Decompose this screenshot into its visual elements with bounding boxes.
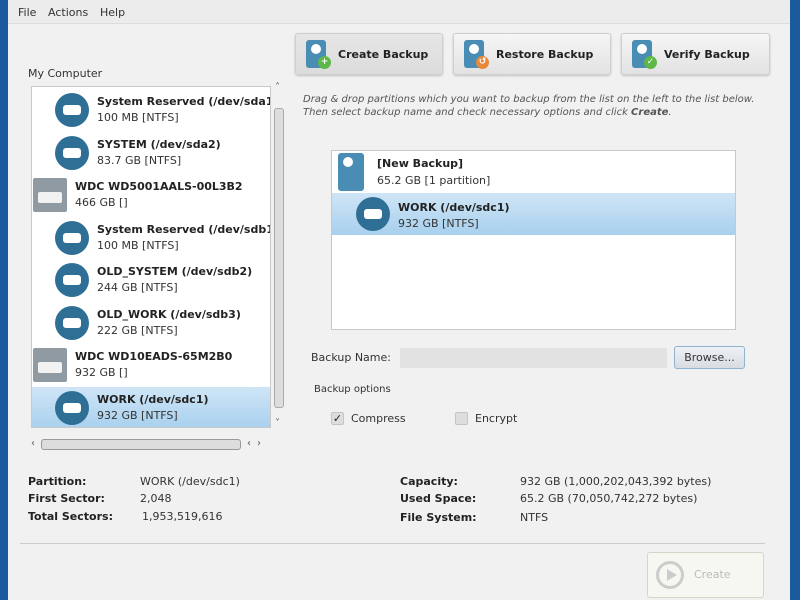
item-name: WDC WD5001AALS-00L3B2 [75,180,243,193]
item-detail: 83.7 GB [NTFS] [97,153,182,167]
list-item[interactable]: WDC WD10EADS-65M2B0 932 GB [] [32,344,270,386]
list-item[interactable]: SYSTEM (/dev/sda2) 83.7 GB [NTFS] [32,132,270,174]
file-system-label: File System: [400,511,477,524]
disk-icon [33,348,67,382]
item-detail: 222 GB [NTFS] [97,323,178,337]
partition-icon [55,220,89,255]
create-button[interactable]: Create [647,552,764,598]
item-detail: 100 MB [NTFS] [97,111,179,124]
my-computer-label: My Computer [28,67,103,80]
partition-icon [356,197,390,231]
item-detail: 466 GB [] [75,196,128,209]
item-detail: 100 MB [NTFS] [97,238,179,252]
plus-icon: + [318,56,331,69]
backup-options-label: Backup options [314,384,391,395]
divider [20,543,765,544]
restore-backup-button[interactable]: ↺ Restore Backup [453,33,611,75]
hscroll-thumb[interactable] [41,439,241,450]
item-name: SYSTEM (/dev/sda2) [97,137,221,151]
disk-icon [33,178,67,212]
total-sectors-label: Total Sectors: [28,510,113,523]
backup-entry[interactable]: [New Backup] 65.2 GB [1 partition] [332,151,735,193]
file-system-value: NTFS [520,511,549,524]
capacity-label: Capacity: [400,475,458,488]
item-detail: 932 GB [NTFS] [398,217,479,230]
scroll-down-icon[interactable]: ˅ [275,418,280,429]
scroll-up-icon[interactable]: ˄ [275,82,280,93]
scroll-right-icon[interactable]: › [257,438,261,449]
partition-icon [55,93,89,127]
item-name: System Reserved (/dev/sdb1) [97,222,271,236]
hint-end: . [668,107,672,118]
list-item[interactable]: System Reserved (/dev/sdb1) 100 MB [NTFS] [32,217,270,259]
partition-value: WORK (/dev/sdc1) [140,475,240,488]
hint-line-2: Then select backup name and check necess… [303,106,755,119]
item-name: System Reserved (/dev/sda1) [97,95,271,108]
item-detail: 932 GB [] [75,366,128,379]
check-icon: ✓ [644,56,657,69]
item-name: WDC WD10EADS-65M2B0 [75,350,233,363]
partition-label: Partition: [28,475,87,488]
horizontal-scrollbar[interactable]: ‹ ‹ › [31,438,276,452]
scroll-left-icon[interactable]: ‹ [247,438,251,449]
partition-icon [55,390,89,425]
first-sector-value: 2,048 [140,492,172,505]
first-sector-label: First Sector: [28,492,105,505]
compress-checkbox[interactable]: ✓ [331,412,344,425]
restore-icon: ↺ [476,56,489,69]
menu-actions[interactable]: Actions [48,6,88,19]
list-item[interactable]: OLD_SYSTEM (/dev/sdb2) 244 GB [NTFS] [32,259,270,301]
menu-bar: File Actions Help [8,0,790,24]
create-label: Create [694,568,731,581]
hint-bold: Create [631,107,669,118]
hint-text: Then select backup name and check necess… [303,107,632,118]
item-name: WORK (/dev/sdc1) [97,392,209,406]
capacity-value: 932 GB (1,000,202,043,392 bytes) [520,475,712,488]
main-window: File Actions Help My Computer System Res… [8,0,790,600]
browse-button[interactable]: Browse... [674,346,745,369]
restore-backup-label: Restore Backup [496,48,594,61]
scroll-left-icon[interactable]: ‹ [31,438,35,449]
backup-name-input[interactable] [400,348,667,368]
menu-help[interactable]: Help [100,6,125,19]
scroll-thumb[interactable] [274,108,284,408]
compress-label[interactable]: Compress [351,412,406,425]
create-backup-label: Create Backup [338,48,429,61]
create-backup-button[interactable]: + Create Backup [295,33,443,75]
list-item[interactable]: WORK (/dev/sdc1) 932 GB [NTFS] [32,386,270,427]
verify-backup-label: Verify Backup [664,48,750,61]
item-detail: 932 GB [NTFS] [97,408,178,422]
item-name: OLD_WORK (/dev/sdb3) [97,307,241,321]
item-name: OLD_SYSTEM (/dev/sdb2) [97,265,253,278]
vertical-scrollbar[interactable]: ˄ ˅ [272,82,286,429]
item-name: WORK (/dev/sdc1) [398,201,510,214]
list-item[interactable]: System Reserved (/dev/sda1) 100 MB [NTFS] [32,89,270,131]
backup-detail: 65.2 GB [1 partition] [377,174,491,187]
list-item[interactable]: OLD_WORK (/dev/sdb3) 222 GB [NTFS] [32,302,270,344]
play-icon [656,561,684,589]
partition-icon [55,305,89,340]
hard-disk-icon [338,153,364,191]
list-item[interactable]: WDC WD5001AALS-00L3B2 466 GB [] [32,174,270,216]
instructions: Drag & drop partitions which you want to… [303,93,755,119]
total-sectors-value: 1,953,519,616 [142,510,223,523]
verify-backup-button[interactable]: ✓ Verify Backup [621,33,770,75]
backup-list[interactable]: [New Backup] 65.2 GB [1 partition] WORK … [331,150,736,330]
backup-partition-item[interactable]: WORK (/dev/sdc1) 932 GB [NTFS] [332,193,735,235]
encrypt-checkbox[interactable] [455,412,468,425]
backup-name-label: Backup Name: [311,351,391,364]
encrypt-label[interactable]: Encrypt [475,412,517,425]
used-space-label: Used Space: [400,492,477,505]
hint-line-1: Drag & drop partitions which you want to… [303,94,755,105]
used-space-value: 65.2 GB (70,050,742,272 bytes) [520,492,698,505]
partition-list[interactable]: System Reserved (/dev/sda1) 100 MB [NTFS]… [31,86,271,428]
item-detail: 244 GB [NTFS] [97,281,178,294]
menu-file[interactable]: File [18,6,36,19]
partition-icon [55,263,89,297]
backup-name: [New Backup] [377,157,464,170]
partition-icon [55,135,89,170]
